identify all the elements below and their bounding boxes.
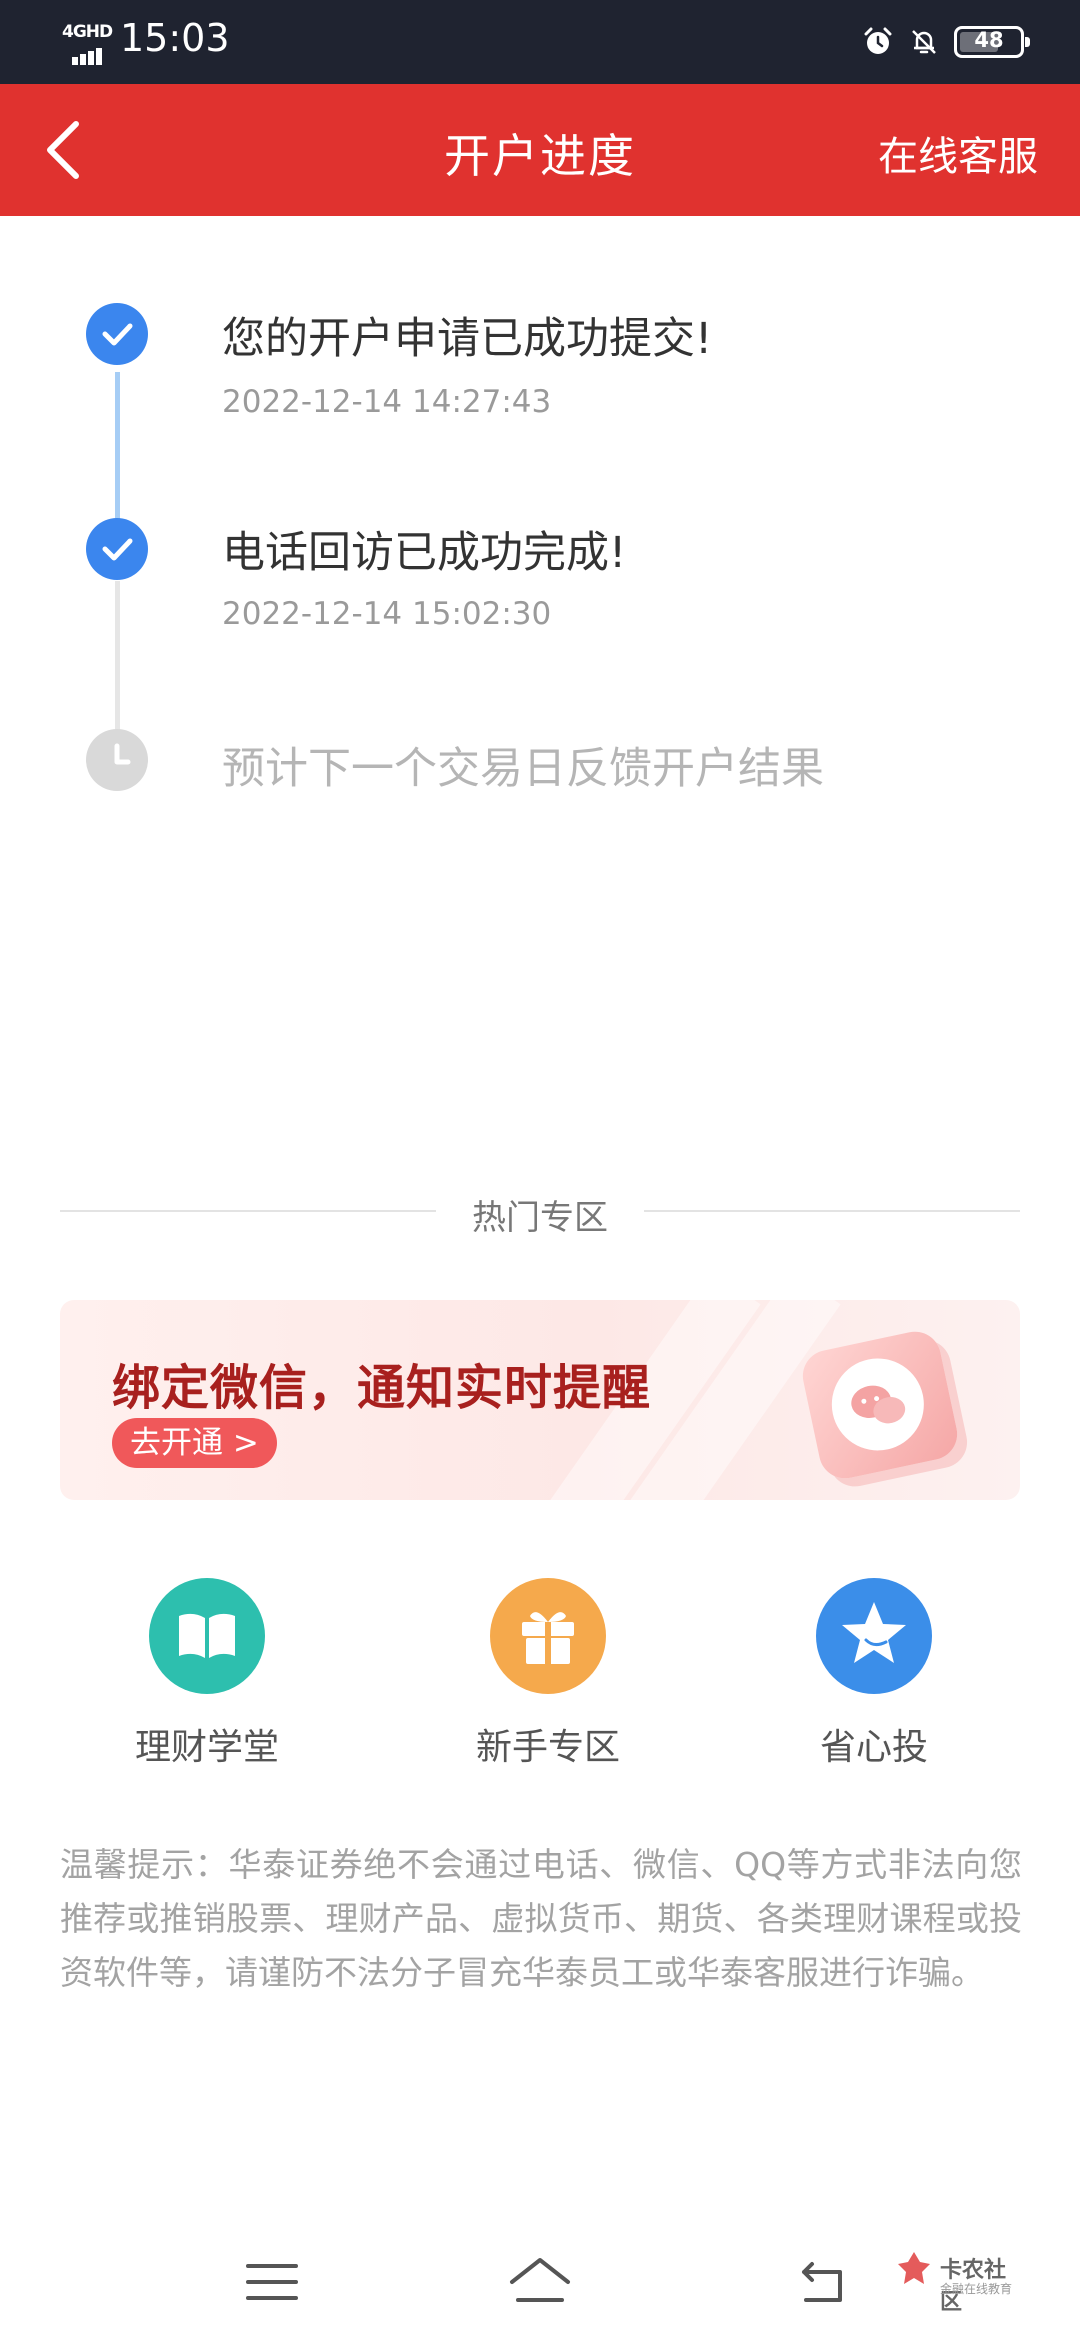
signal-icon: 4GHD — [62, 22, 114, 65]
timeline-connector — [115, 581, 120, 731]
home-icon[interactable] — [508, 2250, 572, 2314]
check-icon — [86, 303, 148, 365]
battery-level: 48 — [974, 28, 1004, 52]
wechat-icon — [798, 1326, 962, 1484]
timeline-step-time: 2022-12-14 15:02:30 — [222, 596, 552, 632]
network-label: 4GHD — [62, 22, 113, 42]
entry-finance-school[interactable]: 理财学堂 — [107, 1578, 307, 1768]
status-bar: 4GHD 15:03 48 — [0, 0, 1080, 84]
watermark-logo: 卡农社区 金融在线教育 — [894, 2248, 1024, 2315]
mute-bell-icon — [912, 30, 936, 54]
timeline-step-title: 预计下一个交易日反馈开户结果 — [222, 744, 824, 794]
online-service-link[interactable]: 在线客服 — [878, 124, 1038, 182]
banner-title: 绑定微信，通知实时提醒 — [112, 1360, 652, 1416]
activate-button[interactable]: 去开通 > — [112, 1418, 277, 1468]
battery-icon: 48 — [954, 26, 1030, 58]
entry-label: 新手专区 — [475, 1727, 620, 1768]
clock-icon — [86, 729, 148, 791]
alarm-icon — [864, 27, 892, 54]
entry-newbie-zone[interactable]: 新手专区 — [448, 1578, 648, 1768]
status-time: 15:03 — [120, 16, 230, 60]
gift-icon — [490, 1578, 606, 1694]
entry-label: 理财学堂 — [134, 1727, 279, 1768]
app-header: 开户进度 在线客服 — [0, 84, 1080, 216]
watermark-subtext: 金融在线教育 — [940, 2282, 1013, 2296]
timeline-step-time: 2022-12-14 14:27:43 — [222, 384, 552, 420]
progress-timeline: 您的开户申请已成功提交! 2022-12-14 14:27:43 电话回访已成功… — [0, 216, 1080, 916]
check-icon — [86, 518, 148, 580]
wechat-bind-banner[interactable]: 绑定微信，通知实时提醒 去开通 > — [60, 1300, 1020, 1500]
hot-section-divider: 热门专区 — [60, 1190, 1020, 1238]
timeline-step-title: 您的开户申请已成功提交! — [222, 314, 713, 364]
menu-icon[interactable] — [240, 2250, 304, 2314]
security-tip: 温馨提示：华泰证券绝不会通过电话、微信、QQ等方式非法向您推荐或推销股票、理财产… — [60, 1845, 1022, 1992]
timeline-connector — [115, 372, 120, 532]
entry-easy-invest[interactable]: 省心投 — [774, 1578, 974, 1768]
back-nav-icon[interactable] — [790, 2250, 854, 2314]
hot-section-label: 热门专区 — [472, 1198, 608, 1238]
timeline-step-title: 电话回访已成功完成! — [222, 528, 627, 578]
star-icon — [816, 1578, 932, 1694]
book-icon — [149, 1578, 265, 1694]
entry-label: 省心投 — [819, 1727, 928, 1768]
watermark-icon — [898, 2252, 930, 2284]
